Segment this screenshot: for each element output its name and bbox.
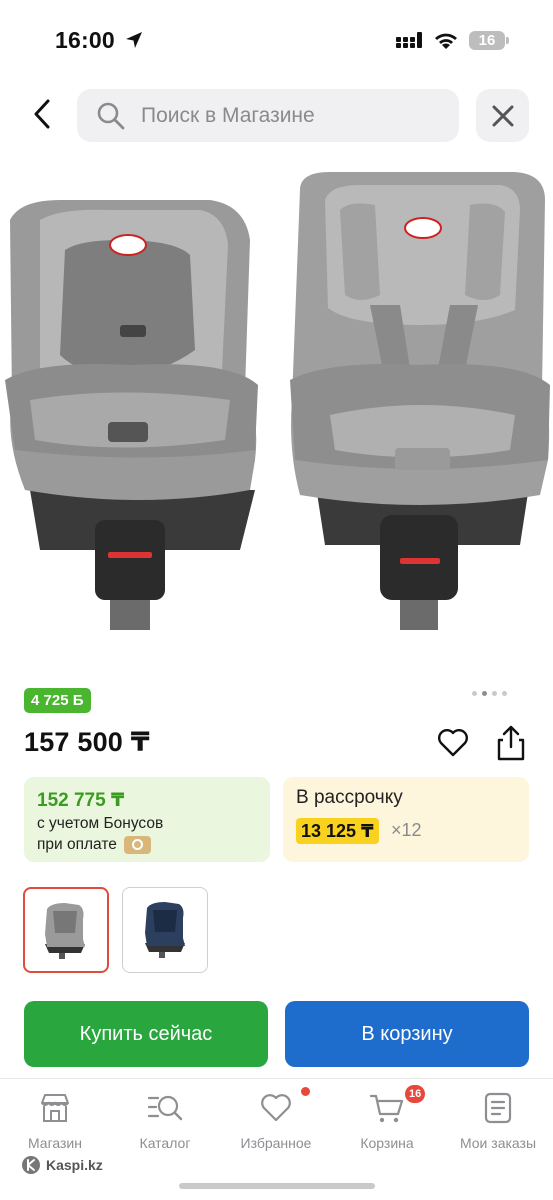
wifi-icon [435, 33, 457, 49]
kaspi-pay-icon [123, 836, 151, 854]
status-bar: 16:00 16 [0, 0, 553, 82]
gallery-dot[interactable] [472, 691, 477, 696]
tab-favorites[interactable]: Избранное [221, 1087, 331, 1151]
variant-thumbnail-blue[interactable] [122, 887, 208, 973]
search-input[interactable]: Поиск в Магазине [77, 89, 459, 142]
gallery-dot[interactable] [502, 691, 507, 696]
bonus-price-amount: 152 775 ₸ [37, 790, 125, 811]
variant-thumbnail-grey[interactable] [23, 887, 109, 973]
kaspi-logo-icon [22, 1156, 40, 1174]
orders-icon [484, 1092, 512, 1124]
tab-favorites-label: Избранное [240, 1135, 312, 1151]
bonus-price-caption-text: при оплате [37, 836, 117, 853]
search-icon [96, 101, 126, 131]
tab-cart[interactable]: 16 Корзина [332, 1085, 442, 1151]
installment-months: ×12 [391, 820, 422, 840]
share-icon [497, 725, 525, 761]
bonus-price-caption-2: при оплате [37, 836, 151, 854]
buy-now-button[interactable]: Купить сейчас [24, 1001, 268, 1067]
tab-catalog-label: Каталог [139, 1135, 191, 1151]
home-indicator [179, 1183, 375, 1189]
close-icon [492, 105, 513, 126]
heart-icon [438, 729, 468, 757]
add-to-cart-button[interactable]: В корзину [285, 1001, 529, 1067]
installment-title: В рассрочку [296, 787, 403, 808]
heart-icon [261, 1094, 291, 1122]
shop-icon [41, 1094, 69, 1122]
share-button[interactable] [494, 723, 528, 763]
cart-icon [369, 1094, 404, 1123]
chevron-left-icon [34, 99, 50, 129]
variant-grey-image [45, 903, 85, 959]
installment-monthly-amount: 13 125 ₸ [296, 818, 379, 844]
gallery-pagination[interactable] [472, 691, 507, 696]
favorite-button[interactable] [436, 726, 470, 760]
product-price: 157 500 ₸ [24, 727, 150, 757]
cart-badge: 16 [405, 1085, 426, 1103]
bonus-price-caption: с учетом Бонусов [37, 815, 164, 832]
tab-shop[interactable]: Магазин [0, 1091, 110, 1151]
back-button[interactable] [22, 94, 62, 134]
gallery-dot[interactable] [492, 691, 497, 696]
cellular-signal-icon [396, 32, 422, 48]
close-search-button[interactable] [476, 89, 529, 142]
status-time: 16:00 [55, 27, 115, 53]
kaspi-logo-text: Kaspi.kz [46, 1157, 103, 1173]
gallery-dot-active[interactable] [482, 691, 487, 696]
battery-indicator: 16 [469, 31, 505, 50]
product-image[interactable] [0, 160, 553, 630]
variant-blue-image [145, 902, 185, 958]
car-seat-left-illustration [5, 200, 258, 630]
catalog-icon [147, 1095, 183, 1121]
tab-shop-label: Магазин [27, 1135, 82, 1151]
tab-catalog[interactable]: Каталог [110, 1091, 220, 1151]
installment-card[interactable]: В рассрочку 13 125 ₸ ×12 [283, 777, 529, 862]
tab-cart-label: Корзина [360, 1135, 414, 1151]
tab-orders[interactable]: Мои заказы [443, 1091, 553, 1151]
tab-orders-label: Мои заказы [459, 1135, 537, 1151]
location-arrow-icon [126, 32, 142, 48]
favorites-indicator-dot [301, 1087, 310, 1096]
bonus-price-card[interactable]: 152 775 ₸ с учетом Бонусов при оплате [24, 777, 270, 862]
car-seat-right-illustration [290, 172, 550, 630]
search-placeholder: Поиск в Магазине [141, 103, 315, 127]
tab-bar: Магазин Каталог Избранное 16 Корзина Мои… [0, 1078, 553, 1200]
kaspi-logo: Kaspi.kz [21, 1155, 103, 1175]
bonus-badge: 4 725 Б [24, 688, 91, 713]
battery-cap [506, 37, 509, 44]
